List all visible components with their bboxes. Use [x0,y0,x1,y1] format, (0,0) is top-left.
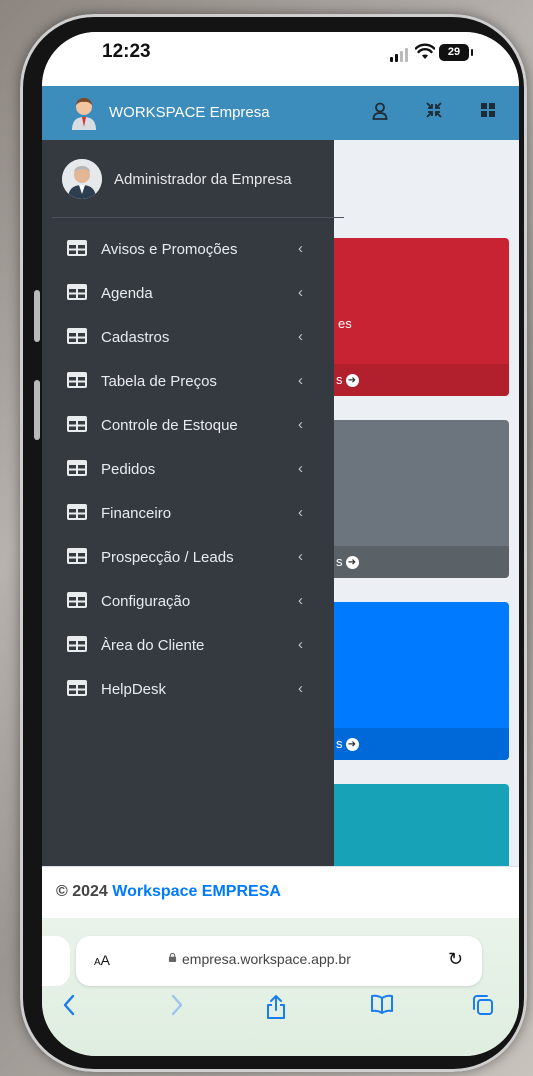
stat-card-teal [312,784,509,874]
sidebar-item-controle-estoque[interactable]: Controle de Estoque ‹ [42,404,334,448]
sidebar-item-label: Prospecção / Leads [101,549,234,566]
status-time: 12:23 [102,41,151,62]
sidebar-item-label: Cadastros [101,329,170,346]
table-icon [67,284,87,300]
user-name: Administrador da Empresa [114,171,292,188]
chevron-left-icon: ‹ [298,284,303,301]
stat-card-red: es s ➜ [312,238,509,396]
chevron-left-icon: ‹ [298,328,303,345]
sidebar-item-avisos-promocoes[interactable]: Avisos e Promoções ‹ [42,228,334,272]
table-icon [67,416,87,432]
signal-icon [390,48,410,62]
chevron-left-icon: ‹ [298,372,303,389]
chevron-left-icon: ‹ [298,592,303,609]
chevron-left-icon: ‹ [298,240,303,257]
brand-name: WORKSPACE Empresa [109,104,270,121]
table-icon [67,460,87,476]
chevron-left-icon: ‹ [298,416,303,433]
sidebar-item-helpdesk[interactable]: HelpDesk ‹ [42,668,334,712]
sidebar-item-label: Àrea do Cliente [101,637,205,654]
table-icon [67,240,87,256]
user-avatar [62,159,102,199]
sidebar-item-agenda[interactable]: Agenda ‹ [42,272,334,316]
grid-icon[interactable] [480,102,496,118]
card-footer[interactable]: s ➜ [312,546,509,578]
sidebar-item-financeiro[interactable]: Financeiro ‹ [42,492,334,536]
table-icon [67,592,87,608]
previous-tab-edge[interactable] [42,936,70,986]
reader-options-button[interactable]: AA [94,952,110,968]
battery-icon: 29 [439,44,473,61]
sidebar-item-prospeccao-leads[interactable]: Prospecção / Leads ‹ [42,536,334,580]
address-bar[interactable]: AA empresa.workspace.app.br ↻ [76,936,482,986]
phone-screen: 12:23 29 es s ➜ s ➜ s ➜ WORKSPACE Empres… [42,32,519,1056]
tabs-icon[interactable] [472,994,494,1016]
reload-icon[interactable]: ↻ [448,949,463,970]
chevron-left-icon: ‹ [298,636,303,653]
copyright-text: © 2024 Workspace EMPRESA [56,883,281,900]
url-text: empresa.workspace.app.br [182,951,351,967]
arrow-circle-right-icon: ➜ [345,738,359,752]
sidebar-item-label: Pedidos [101,461,156,478]
table-icon [67,680,87,696]
sidebar-item-label: Agenda [101,285,153,302]
sidebar-item-pedidos[interactable]: Pedidos ‹ [42,448,334,492]
sidebar-menu: Avisos e Promoções ‹ Agenda ‹ Cadastros … [42,228,334,712]
table-icon [67,328,87,344]
table-icon [67,372,87,388]
status-bar: 12:23 29 [42,32,519,86]
stat-card-blue: s ➜ [312,602,509,760]
footer-brand-link[interactable]: Workspace EMPRESA [112,883,281,900]
table-icon [67,548,87,564]
forward-icon[interactable] [170,994,184,1016]
bookmarks-icon[interactable] [370,994,394,1014]
share-icon[interactable] [266,994,286,1020]
arrow-circle-right-icon: ➜ [345,374,359,388]
wifi-icon [415,43,435,59]
sidebar-item-configuracao[interactable]: Configuração ‹ [42,580,334,624]
card-note: es [338,316,352,331]
sidebar-item-cadastros[interactable]: Cadastros ‹ [42,316,334,360]
sidebar-item-tabela-precos[interactable]: Tabela de Preços ‹ [42,360,334,404]
page-footer: © 2024 Workspace EMPRESA [42,866,519,919]
chevron-left-icon: ‹ [298,548,303,565]
compress-icon[interactable] [426,102,442,118]
card-footer[interactable]: s ➜ [312,364,509,396]
sidebar-item-label: Avisos e Promoções [101,241,238,258]
sidebar-item-label: Financeiro [101,505,172,522]
sidebar-brand[interactable]: WORKSPACE Empresa [42,86,334,140]
browser-chrome: AA empresa.workspace.app.br ↻ [42,918,519,1056]
volume-down-button [34,380,40,440]
back-icon[interactable] [62,994,76,1016]
user-icon[interactable] [372,102,388,120]
sidebar-item-label: Configuração [101,593,191,610]
sidebar-item-area-cliente[interactable]: Àrea do Cliente ‹ [42,624,334,668]
volume-up-button [34,290,40,342]
sidebar-drawer: WORKSPACE Empresa Administrador da Empre… [42,86,344,866]
table-icon [67,504,87,520]
sidebar-item-label: Controle de Estoque [101,417,238,434]
stat-card-gray: s ➜ [312,420,509,578]
lock-icon [168,953,177,962]
user-panel[interactable]: Administrador da Empresa [52,140,344,218]
brand-logo-avatar [72,98,96,130]
table-icon [67,636,87,652]
arrow-circle-right-icon: ➜ [345,556,359,570]
chevron-left-icon: ‹ [298,504,303,521]
card-footer[interactable]: s ➜ [312,728,509,760]
chevron-left-icon: ‹ [298,680,303,697]
sidebar-item-label: Tabela de Preços [101,373,217,390]
sidebar-item-label: HelpDesk [101,681,167,698]
chevron-left-icon: ‹ [298,460,303,477]
